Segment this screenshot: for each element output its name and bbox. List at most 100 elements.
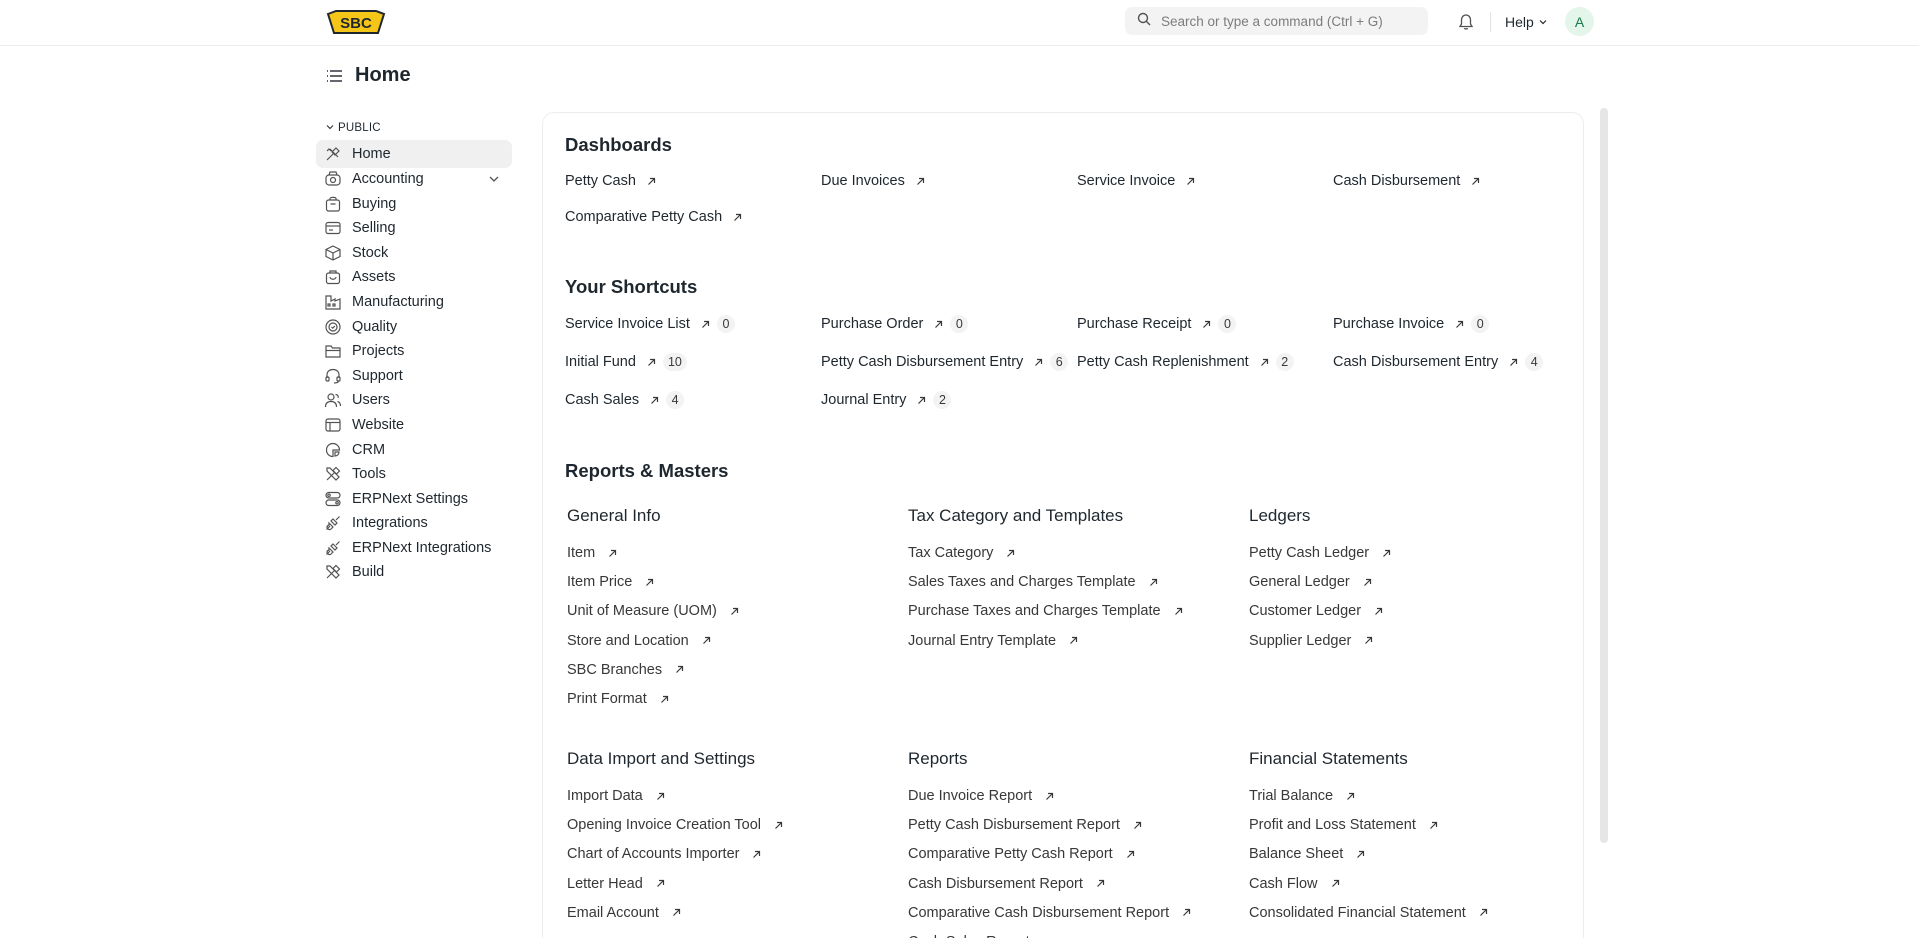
report-link-label: SBC Branches (567, 661, 663, 678)
chevron-down-icon[interactable] (488, 173, 500, 185)
report-link-sales-taxes-and-charges-template[interactable]: Sales Taxes and Charges Template (908, 574, 1159, 590)
report-link-letter-head[interactable]: Letter Head (567, 876, 666, 892)
arrow-up-right-icon (915, 176, 926, 187)
sidebar-item-label: Users (352, 392, 390, 408)
dashboard-link-due-invoices[interactable]: Due Invoices (821, 173, 926, 189)
accounting-icon (324, 170, 342, 188)
scroll-down-icon[interactable] (1600, 932, 1608, 936)
reports-masters-title: Reports & Masters (565, 460, 729, 481)
report-card-title-data-import-and-settings: Data Import and Settings (567, 749, 756, 768)
report-link-cash-flow[interactable]: Cash Flow (1249, 876, 1341, 892)
report-link-consolidated-financial-statement[interactable]: Consolidated Financial Statement (1249, 905, 1489, 921)
report-link-label: Sales Taxes and Charges Template (908, 574, 1136, 591)
report-link-label: Cash Sales Report (908, 934, 1030, 938)
shortcut-purchase-receipt[interactable]: Purchase Receipt 0 (1077, 315, 1237, 333)
report-link-petty-cash-ledger[interactable]: Petty Cash Ledger (1249, 545, 1392, 561)
report-link-label: Cash Flow (1249, 875, 1318, 892)
arrow-up-right-icon (701, 635, 712, 646)
sidebar-item-label: Assets (352, 269, 396, 285)
report-link-import-data[interactable]: Import Data (567, 788, 666, 804)
report-link-unit-of-measure-uom[interactable]: Unit of Measure (UOM) (567, 603, 740, 619)
shortcut-petty-cash-disbursement-entry[interactable]: Petty Cash Disbursement Entry 6 (821, 353, 1069, 371)
sidebar-item-home[interactable]: Home (316, 140, 512, 168)
shortcut-initial-fund[interactable]: Initial Fund 10 (565, 353, 687, 371)
report-link-general-ledger[interactable]: General Ledger (1249, 574, 1373, 590)
sidebar-item-users[interactable]: Users (316, 386, 512, 414)
report-link-tax-category[interactable]: Tax Category (908, 545, 1016, 561)
sidebar-item-assets[interactable]: Assets (316, 263, 512, 291)
dashboard-link-petty-cash[interactable]: Petty Cash (565, 173, 657, 189)
report-link-label: Supplier Ledger (1249, 632, 1352, 649)
dashboard-link-cash-disbursement[interactable]: Cash Disbursement (1333, 173, 1481, 189)
report-link-cash-disbursement-report[interactable]: Cash Disbursement Report (908, 876, 1106, 892)
arrow-up-right-icon (1095, 878, 1106, 889)
dashboard-link-label: Comparative Petty Cash (565, 209, 723, 225)
report-link-sbc-branches[interactable]: SBC Branches (567, 662, 685, 678)
shortcut-cash-sales[interactable]: Cash Sales 4 (565, 391, 685, 409)
website-icon (324, 416, 342, 434)
erpnext-integrations-icon (324, 539, 342, 557)
sidebar-toggle-icon[interactable] (326, 68, 343, 84)
shortcut-purchase-order[interactable]: Purchase Order 0 (821, 315, 969, 333)
sidebar-item-selling[interactable]: Selling (316, 214, 512, 242)
report-link-trial-balance[interactable]: Trial Balance (1249, 788, 1356, 804)
search-bar[interactable] (1125, 7, 1428, 35)
sidebar-item-tools[interactable]: Tools (316, 460, 512, 488)
sidebar-section-label: PUBLIC (338, 122, 381, 134)
scrollbar[interactable] (1600, 108, 1608, 843)
shortcut-service-invoice-list[interactable]: Service Invoice List 0 (565, 315, 735, 333)
shortcut-label: Journal Entry (821, 392, 907, 408)
report-link-label: Due Invoice Report (908, 788, 1033, 804)
report-link-label: Consolidated Financial Statement (1249, 904, 1466, 921)
report-link-due-invoice-report[interactable]: Due Invoice Report (908, 788, 1055, 804)
arrow-up-right-icon (649, 395, 660, 406)
shortcut-purchase-invoice[interactable]: Purchase Invoice 0 (1333, 315, 1490, 333)
report-link-email-account[interactable]: Email Account (567, 905, 682, 921)
search-input[interactable] (1161, 13, 1411, 29)
shortcut-cash-disbursement-entry[interactable]: Cash Disbursement Entry 4 (1333, 353, 1544, 371)
sidebar-item-manufacturing[interactable]: Manufacturing (316, 288, 512, 316)
arrow-up-right-icon (1363, 635, 1374, 646)
report-card-title-reports: Reports (908, 749, 968, 768)
report-link-label: Trial Balance (1249, 788, 1334, 804)
report-link-supplier-ledger[interactable]: Supplier Ledger (1249, 633, 1374, 649)
report-link-comparative-petty-cash-report[interactable]: Comparative Petty Cash Report (908, 846, 1136, 862)
report-card-title-tax-category-and-templates: Tax Category and Templates (908, 506, 1124, 525)
sbc-logo[interactable]: SBC (326, 8, 386, 36)
report-link-item[interactable]: Item (567, 545, 618, 561)
notification-bell-icon[interactable] (1457, 13, 1475, 31)
report-link-opening-invoice-creation-tool[interactable]: Opening Invoice Creation Tool (567, 817, 784, 833)
sidebar-section-public[interactable]: PUBLIC (326, 122, 381, 134)
report-link-print-format[interactable]: Print Format (567, 691, 670, 707)
report-link-journal-entry-template[interactable]: Journal Entry Template (908, 633, 1079, 649)
user-avatar[interactable]: A (1565, 7, 1594, 36)
sidebar-item-label: Integrations (352, 515, 428, 531)
report-link-purchase-taxes-and-charges-template[interactable]: Purchase Taxes and Charges Template (908, 603, 1184, 619)
report-link-cash-sales-report[interactable]: Cash Sales Report (908, 934, 1053, 938)
report-link-chart-of-accounts-importer[interactable]: Chart of Accounts Importer (567, 846, 762, 862)
report-link-customer-ledger[interactable]: Customer Ledger (1249, 603, 1384, 619)
report-link-store-and-location[interactable]: Store and Location (567, 633, 712, 649)
shortcut-petty-cash-replenishment[interactable]: Petty Cash Replenishment 2 (1077, 353, 1294, 371)
sidebar-item-projects[interactable]: Projects (316, 337, 512, 365)
report-link-petty-cash-disbursement-report[interactable]: Petty Cash Disbursement Report (908, 817, 1143, 833)
shortcut-journal-entry[interactable]: Journal Entry 2 (821, 391, 952, 409)
dashboard-link-service-invoice[interactable]: Service Invoice (1077, 173, 1196, 189)
home-icon (324, 145, 342, 163)
sidebar-item-label: Build (352, 564, 385, 580)
report-link-comparative-cash-disbursement-report[interactable]: Comparative Cash Disbursement Report (908, 905, 1192, 921)
shortcut-label: Petty Cash Disbursement Entry (821, 354, 1024, 370)
report-link-item-price[interactable]: Item Price (567, 574, 655, 590)
sidebar-item-website[interactable]: Website (316, 411, 512, 439)
report-link-balance-sheet[interactable]: Balance Sheet (1249, 846, 1366, 862)
dashboard-link-comparative-petty-cash[interactable]: Comparative Petty Cash (565, 209, 743, 225)
report-card-title-ledgers: Ledgers (1249, 506, 1311, 525)
report-link-profit-and-loss-statement[interactable]: Profit and Loss Statement (1249, 817, 1439, 833)
sidebar-item-accounting[interactable]: Accounting (316, 165, 512, 193)
arrow-up-right-icon (1508, 357, 1519, 368)
sidebar-item-integrations[interactable]: Integrations (316, 509, 512, 537)
report-link-label: Customer Ledger (1249, 603, 1362, 620)
help-dropdown[interactable]: Help (1505, 14, 1548, 30)
sidebar-item-label: Stock (352, 245, 389, 261)
sidebar-item-build[interactable]: Build (316, 558, 512, 586)
